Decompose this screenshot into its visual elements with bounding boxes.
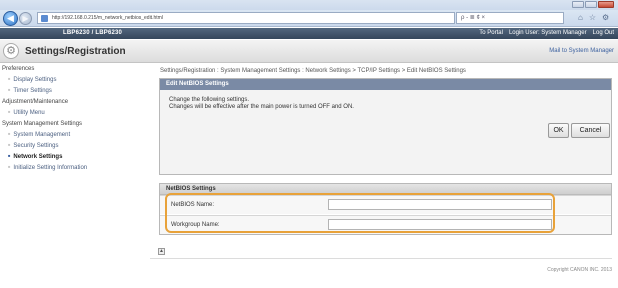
sidebar-section-adjustment: Adjustment/Maintenance (2, 99, 69, 105)
home-icon[interactable]: ⌂ (578, 13, 583, 22)
sidebar-item-system-management[interactable]: System Management (8, 132, 70, 138)
edit-netbios-panel-title: Edit NetBIOS Settings (160, 79, 611, 90)
sidebar: Preferences Display Settings Timer Setti… (0, 64, 151, 242)
instruction-text: Change the following settings. (169, 97, 250, 103)
settings-gear-icon: ⚙ (3, 43, 19, 59)
address-bar[interactable]: http://192.168.0.215/m_network_netbios_e… (37, 12, 455, 24)
settings-gear-icon[interactable]: ⚙ (602, 13, 609, 22)
sidebar-item-display-settings[interactable]: Display Settings (8, 77, 56, 83)
sidebar-item-timer-settings[interactable]: Timer Settings (8, 88, 51, 94)
minimize-button[interactable] (572, 1, 584, 8)
favorites-icon[interactable]: ☆ (589, 13, 596, 22)
sidebar-item-initialize-setting[interactable]: Initialize Setting Information (8, 165, 87, 171)
address-controls[interactable]: ρ - ≣ ¢ × (456, 12, 564, 24)
edit-netbios-panel-body: Change the following settings. Changes w… (160, 90, 611, 174)
header-links: To Portal Login User: System Manager Log… (479, 30, 614, 36)
sidebar-item-utility-menu[interactable]: Utility Menu (8, 110, 44, 116)
mail-admin-link[interactable]: Mail to System Manager (549, 48, 614, 54)
toolbar-icons: ⌂ ☆ ⚙ (578, 13, 609, 22)
logout-link[interactable]: Log Out (593, 30, 614, 36)
window-controls (572, 1, 614, 8)
ok-button[interactable]: OK (548, 123, 569, 138)
sidebar-item-security-settings[interactable]: Security Settings (8, 143, 58, 149)
cancel-button[interactable]: Cancel (571, 123, 610, 138)
address-text: http://192.168.0.215/m_network_netbios_e… (52, 15, 163, 21)
restart-note-text: Changes will be effective after the main… (169, 104, 354, 110)
login-user-text: Login User: System Manager (508, 30, 587, 36)
footer-divider (150, 258, 612, 259)
netbios-name-row: NetBIOS Name: (160, 195, 611, 214)
netbios-name-label: NetBIOS Name: (171, 202, 215, 208)
copyright-text: Copyright CANON INC. 2013 (547, 267, 612, 273)
netbios-settings-panel: NetBIOS Settings NetBIOS Name: Workgroup… (159, 183, 612, 235)
back-icon[interactable]: ◀ (3, 11, 18, 26)
page-title: Settings/Registration (25, 46, 126, 57)
address-controls-text: ρ - ≣ ¢ × (461, 15, 485, 21)
netbios-settings-title: NetBIOS Settings (160, 184, 611, 195)
sidebar-item-network-settings[interactable]: Network Settings (8, 154, 62, 160)
sidebar-section-preferences: Preferences (2, 66, 35, 72)
browser-navbar: ◀ ▶ http://192.168.0.215/m_network_netbi… (0, 10, 618, 27)
close-button[interactable] (598, 1, 614, 8)
maximize-button[interactable] (585, 1, 597, 8)
edit-netbios-panel: Edit NetBIOS Settings Change the followi… (159, 78, 612, 175)
netbios-name-input[interactable] (328, 199, 552, 210)
forward-icon[interactable]: ▶ (19, 12, 32, 25)
workgroup-name-label: Workgroup Name: (171, 222, 220, 228)
product-name: LBP6230 / LBP6230 (63, 30, 123, 36)
app-header: LBP6230 / LBP6230 To Portal Login User: … (0, 28, 618, 39)
to-portal-link[interactable]: To Portal (479, 30, 503, 36)
page-titlebar: ⚙ Settings/Registration Mail to System M… (0, 40, 618, 63)
workgroup-name-input[interactable] (328, 219, 552, 230)
sidebar-section-system-management: System Management Settings (2, 121, 83, 127)
page-top-icon[interactable]: ▲ (158, 248, 165, 255)
favicon-icon (41, 15, 48, 22)
workgroup-name-row: Workgroup Name: (160, 215, 611, 234)
breadcrumb: Settings/Registration : System Managemen… (160, 68, 466, 74)
